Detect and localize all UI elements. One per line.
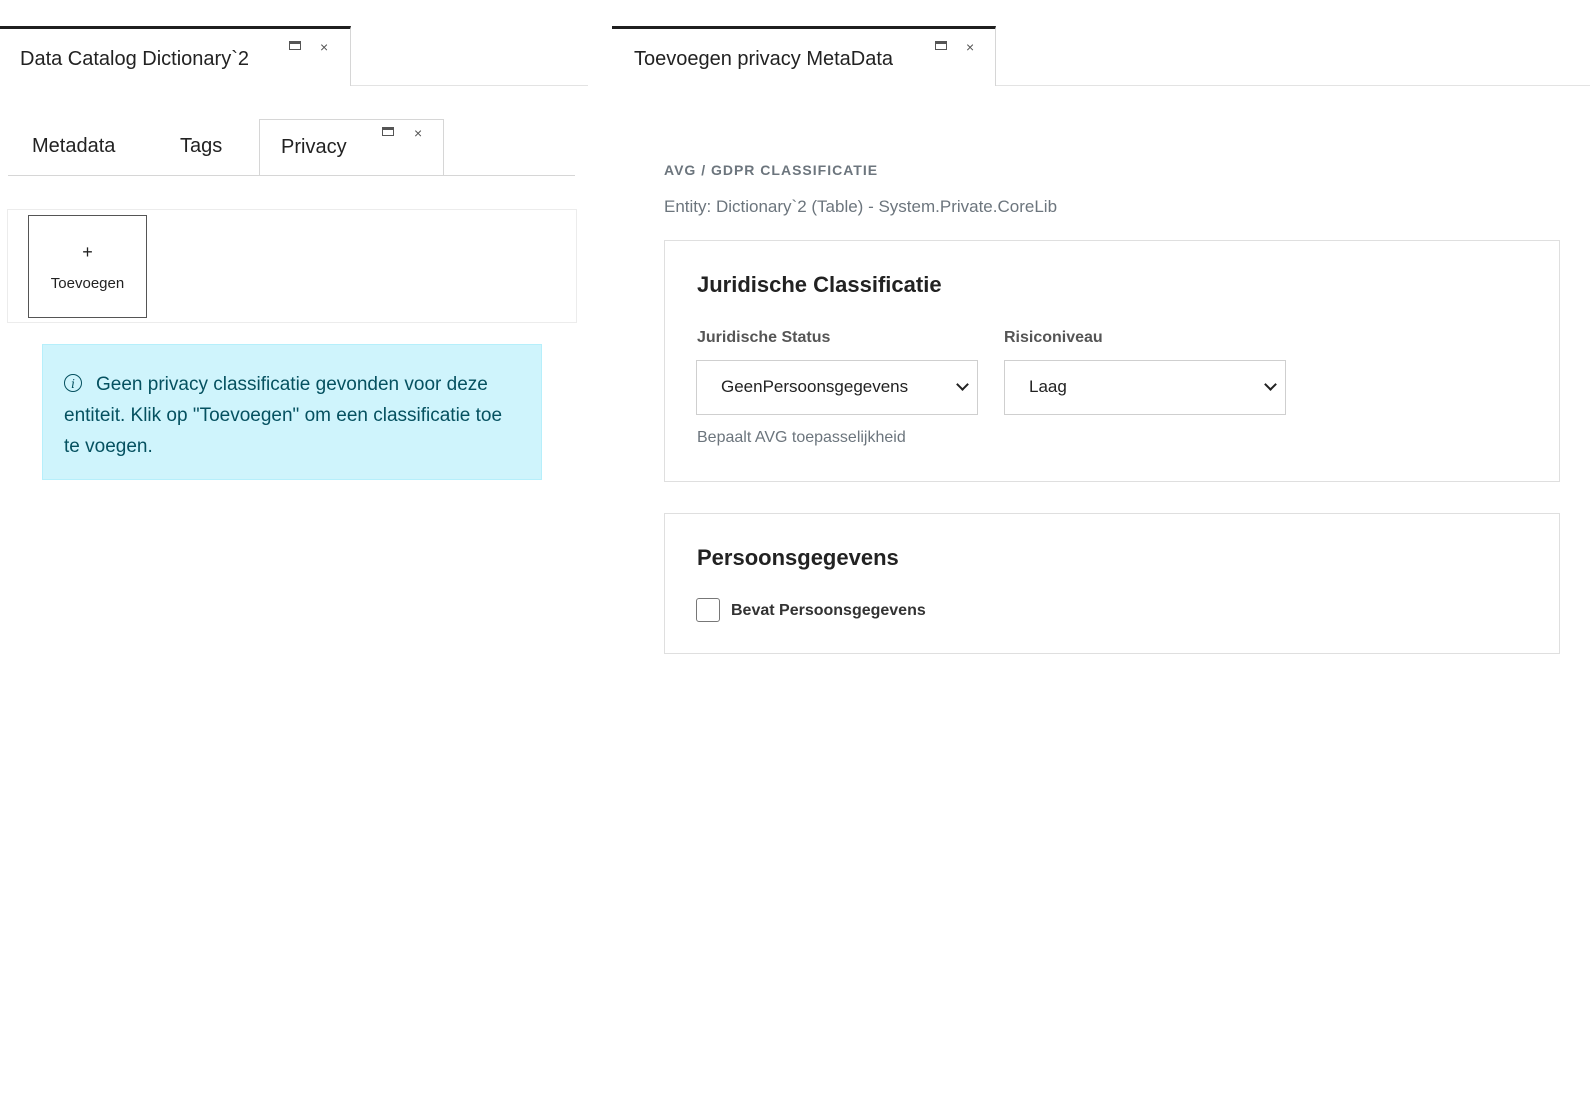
card-title: Persoonsgegevens: [697, 545, 899, 570]
tab-strip-divider: [351, 85, 588, 86]
close-icon[interactable]: ×: [414, 126, 422, 140]
float-window-icon[interactable]: [382, 127, 394, 136]
risk-level-value: Laag: [1029, 377, 1067, 396]
risk-level-label: Risiconiveau: [1004, 329, 1103, 346]
tab-strip-divider: [996, 85, 1590, 86]
close-icon[interactable]: ×: [320, 40, 328, 54]
tab-metadata[interactable]: Metadata: [32, 135, 115, 158]
info-alert: i Geen privacy classificatie gevonden voo…: [42, 344, 542, 480]
risk-level-select[interactable]: Laag: [1004, 360, 1286, 415]
personal-data-card: [664, 513, 1560, 654]
contains-personal-data-label[interactable]: Bevat Persoonsgegevens: [731, 602, 926, 620]
add-button-label: Toevoegen: [50, 275, 125, 292]
tab-tags[interactable]: Tags: [180, 135, 222, 158]
doc-tab-title: Data Catalog Dictionary`2: [20, 48, 249, 70]
contains-personal-data-checkbox[interactable]: [696, 598, 720, 622]
legal-status-value: GeenPersoonsgegevens: [721, 377, 909, 396]
section-kicker: AVG / GDPR CLASSIFICATIE: [664, 162, 879, 178]
plus-icon: +: [82, 242, 93, 262]
legal-status-select[interactable]: GeenPersoonsgegevens: [696, 360, 978, 415]
legal-status-label: Juridische Status: [697, 329, 831, 346]
entity-info: Entity: Dictionary`2 (Table) - System.Pr…: [664, 197, 1058, 216]
doc-tab-data-catalog[interactable]: Data Catalog Dictionary`2 ×: [0, 26, 351, 86]
chevron-down-icon: [956, 378, 969, 391]
float-window-icon[interactable]: [935, 41, 947, 50]
close-icon[interactable]: ×: [966, 40, 974, 54]
alert-text: Geen privacy classificatie gevonden voor…: [64, 374, 503, 457]
add-button[interactable]: + Toevoegen: [28, 215, 147, 318]
chevron-down-icon: [1264, 378, 1277, 391]
doc-tab-title: Toevoegen privacy MetaData: [634, 48, 894, 70]
legal-status-help: Bepaalt AVG toepasselijkheid: [697, 429, 906, 446]
tab-privacy[interactable]: Privacy: [281, 136, 347, 159]
card-title: Juridische Classificatie: [697, 272, 942, 297]
doc-tab-privacy-metadata[interactable]: Toevoegen privacy MetaData ×: [612, 26, 996, 86]
inner-tab-divider: [8, 175, 575, 176]
float-window-icon[interactable]: [289, 41, 301, 50]
info-icon: i: [64, 374, 82, 392]
